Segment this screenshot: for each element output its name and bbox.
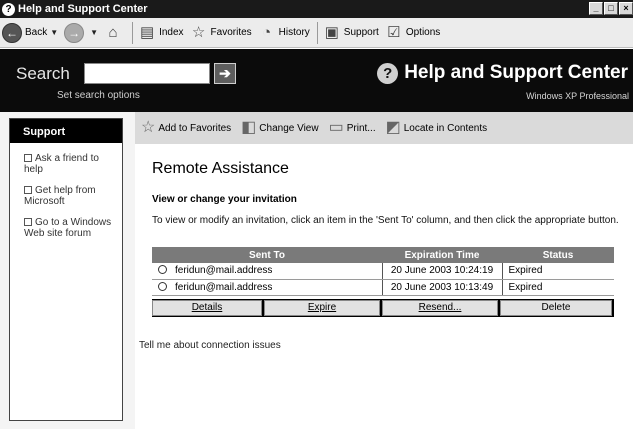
window-controls: _ □ ×: [589, 2, 633, 15]
history-button[interactable]: ◔ History: [258, 24, 310, 42]
options-icon: ☑: [387, 23, 401, 41]
instruction-text: To view or modify an invitation, click a…: [152, 215, 619, 226]
locate-in-contents-button[interactable]: ◩ Locate in Contents: [386, 119, 488, 137]
sidebar-title: Support: [10, 119, 122, 143]
delete-label: Delete: [541, 302, 571, 313]
details-button[interactable]: Details: [152, 300, 262, 316]
expiration-cell: 20 June 2003 10:24:19: [381, 263, 502, 280]
invitation-table: Sent To Expiration Time Status feridun@m…: [152, 247, 614, 296]
home-icon: ⌂: [108, 23, 118, 41]
support-label: Support: [343, 27, 379, 38]
column-header-status: Status: [502, 247, 614, 263]
sidebar-item-microsoft-help[interactable]: Get help from Microsoft: [24, 185, 116, 207]
table-row[interactable]: feridun@mail.address 20 June 2003 10:24:…: [152, 263, 614, 280]
favorites-label: Favorites: [210, 27, 252, 38]
table-row[interactable]: feridun@mail.address 20 June 2003 10:13:…: [152, 279, 614, 296]
expire-label: Expire: [307, 302, 337, 313]
main-content: Remote Assistance View or change your in…: [135, 144, 633, 429]
bullet-square-icon: [24, 218, 32, 226]
maximize-button[interactable]: □: [604, 2, 618, 15]
printer-icon: ▭: [328, 119, 344, 136]
sent-to-cell[interactable]: feridun@mail.address: [152, 263, 382, 280]
back-label: Back: [25, 27, 48, 38]
navigation-toolbar: ← Back ▼ → ▼ ⌂ ▤ Index ☆ Favorites ◔ His…: [0, 18, 633, 48]
status-cell: Expired: [501, 263, 614, 280]
toolbar-divider: [132, 21, 134, 44]
options-label: Options: [405, 27, 441, 38]
connection-issues-link[interactable]: Tell me about connection issues: [139, 340, 281, 351]
locate-icon: ◩: [385, 119, 401, 136]
expiration-cell: 20 June 2003 10:13:49: [381, 279, 502, 296]
help-icon: ?: [377, 62, 399, 84]
forward-dropdown-icon[interactable]: ▼: [90, 28, 98, 37]
sent-to-value: feridun@mail.address: [175, 281, 273, 293]
search-label: Search: [16, 64, 70, 83]
resend-label: Resend...: [418, 302, 462, 313]
help-center-title: Help and Support Center: [404, 62, 628, 83]
locate-label: Locate in Contents: [403, 122, 488, 134]
radio-button[interactable]: [158, 265, 167, 275]
home-button[interactable]: ⌂: [104, 24, 125, 42]
sidebar-item-ask-friend[interactable]: Ask a friend to help: [24, 153, 116, 175]
column-header-sent-to: Sent To: [152, 247, 382, 263]
search-go-button[interactable]: ➔: [214, 63, 236, 84]
search-header: Search ➔ Set search options ? Help and S…: [0, 49, 633, 112]
history-icon: ◔: [262, 23, 272, 41]
change-view-button[interactable]: ◧ Change View: [241, 119, 318, 137]
sidebar-item-web-forum[interactable]: Go to a Windows Web site forum: [24, 217, 116, 239]
back-dropdown-icon[interactable]: ▼: [50, 28, 58, 37]
change-view-icon: ◧: [241, 119, 257, 136]
bullet-square-icon: [24, 154, 32, 162]
support-sidebar: Support Ask a friend to help Get help fr…: [9, 118, 123, 421]
window-title: Help and Support Center: [18, 3, 148, 15]
favorites-button[interactable]: ☆ Favorites: [190, 24, 252, 42]
back-arrow-icon: ←: [2, 22, 22, 43]
sidebar-item-label: Go to a Windows Web site forum: [24, 217, 112, 239]
add-to-favorites-label: Add to Favorites: [158, 122, 232, 134]
delete-button[interactable]: Delete: [500, 300, 612, 316]
print-button[interactable]: ▭ Print...: [329, 119, 376, 137]
page-title: Remote Assistance: [152, 160, 289, 177]
history-label: History: [278, 27, 310, 38]
search-input[interactable]: [84, 63, 210, 84]
radio-button[interactable]: [158, 281, 167, 291]
book-icon: ▤: [139, 23, 155, 41]
column-header-expiration: Expiration Time: [382, 247, 502, 263]
back-button[interactable]: ← Back ▼: [2, 22, 58, 43]
sent-to-cell[interactable]: feridun@mail.address: [152, 279, 382, 296]
bullet-square-icon: [24, 186, 32, 194]
help-center-heading: ? Help and Support Center: [377, 62, 628, 84]
title-bar: ? Help and Support Center _ □ ×: [0, 0, 633, 18]
section-subtitle: View or change your invitation: [152, 194, 297, 205]
status-cell: Expired: [501, 279, 614, 296]
add-to-favorites-button[interactable]: ☆ Add to Favorites: [141, 119, 231, 137]
close-button[interactable]: ×: [619, 2, 633, 15]
sent-to-value: feridun@mail.address: [175, 265, 273, 277]
index-button[interactable]: ▤ Index: [138, 23, 184, 42]
resend-button[interactable]: Resend...: [382, 300, 498, 316]
forward-arrow-icon: →: [64, 22, 85, 43]
action-bar: ☆ Add to Favorites ◧ Change View ▭ Print…: [135, 112, 633, 144]
star-icon: ☆: [191, 23, 206, 41]
help-app-icon: ?: [2, 2, 15, 16]
star-add-icon: ☆: [141, 119, 156, 136]
print-label: Print...: [346, 122, 376, 134]
forward-button[interactable]: → ▼: [64, 22, 98, 43]
support-button[interactable]: ▣ Support: [323, 24, 379, 42]
support-icon: ▣: [324, 23, 339, 41]
expire-button[interactable]: Expire: [264, 300, 380, 316]
sidebar-item-label: Get help from Microsoft: [24, 185, 96, 207]
os-name: Windows XP Professional: [526, 91, 629, 101]
invitation-buttons: Details Expire Resend... Delete: [152, 299, 614, 317]
toolbar-divider: [316, 21, 318, 44]
table-header-row: Sent To Expiration Time Status: [152, 247, 614, 263]
minimize-button[interactable]: _: [589, 2, 603, 15]
set-search-options-link[interactable]: Set search options: [57, 90, 140, 101]
sidebar-item-label: Ask a friend to help: [24, 153, 99, 175]
options-button[interactable]: ☑ Options: [385, 24, 440, 42]
index-label: Index: [159, 27, 184, 38]
change-view-label: Change View: [259, 122, 319, 134]
details-label: Details: [191, 302, 223, 313]
